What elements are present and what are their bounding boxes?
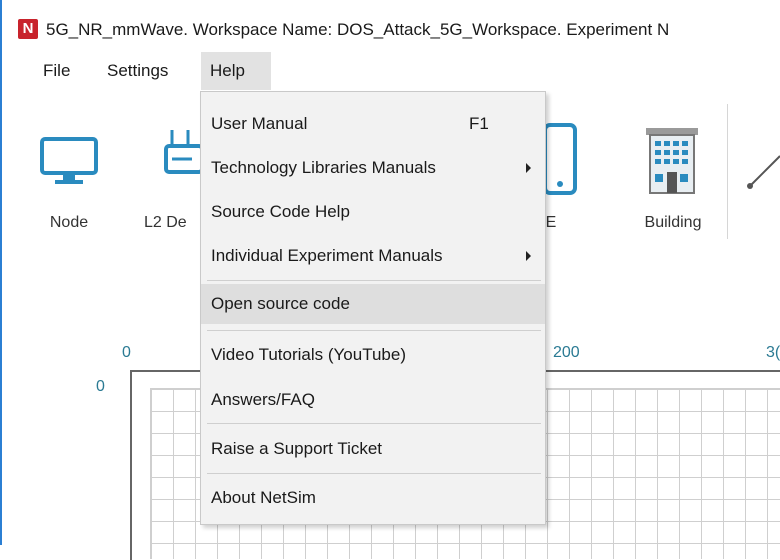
menu-raise-support-ticket-label: Raise a Support Ticket [211, 439, 383, 458]
toolbar-divider [727, 104, 728, 239]
menu-video-tutorials[interactable]: Video Tutorials (YouTube) [201, 335, 545, 375]
menu-bar: File Settings Help [2, 52, 780, 90]
title-bar: N 5G_NR_mmWave. Workspace Name: DOS_Atta… [2, 0, 780, 50]
menu-settings[interactable]: Settings [98, 52, 177, 90]
menu-user-manual-label: User Manual [211, 114, 308, 133]
submenu-arrow-icon [526, 163, 531, 173]
tool-l2-device[interactable]: L2 De [124, 92, 202, 242]
tool-building-label: Building [644, 214, 702, 231]
ue-phone-icon [543, 123, 577, 195]
l2-device-icon [164, 130, 202, 174]
menu-separator [207, 330, 541, 331]
x-axis-tick-0: 0 [122, 344, 131, 361]
menu-individual-experiment-manuals-label: Individual Experiment Manuals [211, 246, 443, 265]
menu-separator [207, 473, 541, 474]
tool-node-label: Node [49, 214, 89, 231]
submenu-arrow-icon [526, 251, 531, 261]
menu-user-manual[interactable]: User Manual F1 [201, 104, 545, 144]
menu-answers-faq-label: Answers/FAQ [211, 390, 315, 409]
menu-technology-libraries-manuals[interactable]: Technology Libraries Manuals [201, 148, 545, 188]
menu-source-code-help-label: Source Code Help [211, 202, 350, 221]
menu-separator [207, 423, 541, 424]
menu-open-source-code[interactable]: Open source code [201, 284, 545, 324]
menu-separator [207, 280, 541, 281]
shortcut-f1: F1 [469, 114, 489, 133]
menu-video-tutorials-label: Video Tutorials (YouTube) [211, 345, 406, 364]
tool-l2-device-label: L2 De [144, 214, 187, 231]
x-axis-tick-300: 3( [766, 344, 780, 361]
tool-node[interactable]: Node [24, 92, 114, 242]
menu-open-source-code-label: Open source code [211, 294, 350, 313]
menu-about-netsim-label: About NetSim [211, 488, 316, 507]
y-axis-tick-0: 0 [96, 378, 105, 395]
menu-raise-support-ticket[interactable]: Raise a Support Ticket [201, 429, 545, 469]
menu-about-netsim[interactable]: About NetSim [201, 478, 545, 518]
menu-technology-libraries-manuals-label: Technology Libraries Manuals [211, 158, 436, 177]
menu-help[interactable]: Help [201, 52, 271, 90]
link-icon[interactable] [746, 150, 780, 190]
help-dropdown-menu: User Manual F1 Technology Libraries Manu… [200, 91, 546, 525]
menu-file[interactable]: File [34, 52, 79, 90]
building-icon [646, 128, 698, 194]
menu-answers-faq[interactable]: Answers/FAQ [201, 380, 545, 420]
app-window: N 5G_NR_mmWave. Workspace Name: DOS_Atta… [0, 0, 780, 560]
window-title: 5G_NR_mmWave. Workspace Name: DOS_Attack… [46, 20, 670, 39]
netsim-logo-icon: N [18, 19, 38, 39]
monitor-icon [40, 137, 98, 184]
tool-building[interactable]: Building [628, 92, 718, 242]
menu-individual-experiment-manuals[interactable]: Individual Experiment Manuals [201, 236, 545, 276]
x-axis-tick-200: 200 [553, 344, 580, 361]
menu-source-code-help[interactable]: Source Code Help [201, 192, 545, 232]
